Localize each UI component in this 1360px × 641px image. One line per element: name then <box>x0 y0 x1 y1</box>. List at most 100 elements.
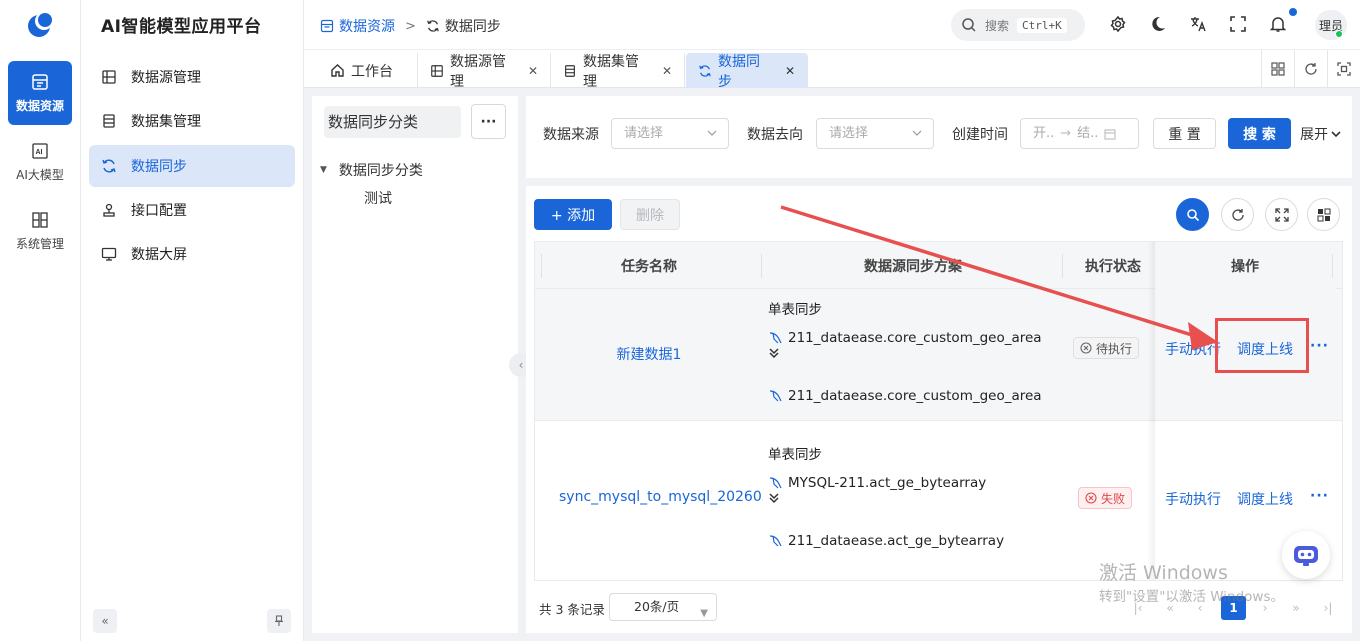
robot-icon <box>1292 543 1320 567</box>
datasource-icon <box>430 64 444 78</box>
category-tree-panel: 数据同步分类 ··· ▼ 数据同步分类 测试 <box>312 96 518 633</box>
fixed-column-shadow <box>1147 242 1155 580</box>
columns-icon <box>1317 208 1331 222</box>
search-icon <box>1186 208 1200 222</box>
tab-datasource[interactable]: 数据源管理 ✕ <box>418 53 551 90</box>
more-dots-icon: ··· <box>480 113 497 130</box>
rail-item-ai-models[interactable]: AI AI大模型 <box>8 130 72 194</box>
plan-source: MYSQL-211.act_ge_bytearray <box>768 475 1004 491</box>
end-date-placeholder: 结.. <box>1077 126 1099 141</box>
date-range-picker[interactable]: 开.. → 结.. <box>1020 118 1139 149</box>
more-actions-button[interactable]: ··· <box>1310 338 1329 354</box>
sidebar-item-data-sync[interactable]: 数据同步 <box>89 145 295 187</box>
search-placeholder: 搜索 <box>985 18 1010 33</box>
manual-run-link[interactable]: 手动执行 <box>1165 489 1221 509</box>
tab-maximize-button[interactable] <box>1327 50 1360 88</box>
last-page-button[interactable]: ›| <box>1317 597 1339 619</box>
source-select[interactable]: 请选择 <box>611 118 729 149</box>
more-actions-button[interactable]: ··· <box>1310 488 1329 504</box>
close-icon[interactable]: ✕ <box>785 64 795 78</box>
pin-button[interactable] <box>267 609 291 633</box>
toggle-search-button[interactable] <box>1176 198 1209 231</box>
rail-item-system[interactable]: 系统管理 <box>8 199 72 263</box>
tree-more-button[interactable]: ··· <box>471 104 506 139</box>
monitor-icon <box>99 246 119 262</box>
column-header-task-name: 任务名称 <box>621 258 677 275</box>
search-shortcut: Ctrl+K <box>1017 17 1067 33</box>
tree-node-label: 数据同步分类 <box>338 163 423 179</box>
sidebar-item-dataset[interactable]: 数据集管理 <box>89 100 295 142</box>
tab-workbench[interactable]: 工作台 <box>318 53 418 88</box>
tab-label: 数据源管理 <box>450 53 506 90</box>
double-chevron-left-icon: « <box>101 614 109 628</box>
add-button[interactable]: + 添加 <box>534 199 612 230</box>
chevron-right-icon: > <box>405 18 416 34</box>
expand-filters-button[interactable]: 展开 <box>1300 124 1342 144</box>
task-name-link[interactable]: sync_mysql_to_mysql_202603 <box>535 489 763 505</box>
breadcrumb-item[interactable]: 数据资源 <box>339 16 395 36</box>
ai-chip-icon: AI <box>31 142 49 160</box>
plan-type: 单表同步 <box>768 447 822 463</box>
column-header-sync-plan: 数据源同步方案 <box>864 258 962 275</box>
sidebar-item-label: 数据源管理 <box>131 70 201 86</box>
chevron-down-icon <box>1330 128 1342 140</box>
column-settings-button[interactable] <box>1307 198 1340 231</box>
sync-icon <box>698 64 712 78</box>
sidebar-item-datasource[interactable]: 数据源管理 <box>89 56 295 98</box>
reset-button[interactable]: 重 置 <box>1153 118 1216 149</box>
sidebar-item-api-config[interactable]: 接口配置 <box>89 189 295 231</box>
settings-gear-icon[interactable] <box>1109 15 1129 35</box>
tree-node-root[interactable]: ▼ 数据同步分类 <box>320 160 423 180</box>
pending-circle-icon <box>1080 342 1092 354</box>
schedule-online-link[interactable]: 调度上线 <box>1237 339 1293 359</box>
tab-dataset[interactable]: 数据集管理 ✕ <box>551 53 685 90</box>
task-name-link[interactable]: 新建数据1 <box>535 344 763 364</box>
watermark-title: 激活 Windows <box>1099 562 1228 584</box>
manual-run-link[interactable]: 手动执行 <box>1165 339 1221 359</box>
sidebar-collapse-button[interactable]: « <box>93 609 117 633</box>
total-records: 共 3 条记录 <box>539 602 605 617</box>
refresh-table-button[interactable] <box>1221 198 1254 231</box>
table-row[interactable]: sync_mysql_to_mysql_202603 单表同步 MYSQL-21… <box>535 422 1342 580</box>
schedule-online-link[interactable]: 调度上线 <box>1237 489 1293 509</box>
tab-refresh-button[interactable] <box>1294 50 1327 88</box>
assistant-bot-button[interactable] <box>1282 531 1330 579</box>
next-fast-button[interactable]: » <box>1285 597 1307 619</box>
fullscreen-table-button[interactable] <box>1265 198 1298 231</box>
page-size-value: 20条/页 <box>634 599 680 614</box>
target-table: 211_dataease.act_ge_bytearray <box>788 533 1005 549</box>
delete-button[interactable]: 删除 <box>620 199 680 230</box>
arrow-right-icon: → <box>1060 126 1072 141</box>
search-button[interactable]: 搜 索 <box>1228 118 1291 149</box>
calendar-icon <box>1104 128 1116 140</box>
sidebar-item-label: 数据同步 <box>131 159 187 175</box>
tab-grid-button[interactable] <box>1261 50 1294 88</box>
target-select[interactable]: 请选择 <box>816 118 934 149</box>
status-text: 失败 <box>1101 491 1126 506</box>
plan-target: 211_dataease.act_ge_bytearray <box>768 533 1004 549</box>
close-icon[interactable]: ✕ <box>662 64 672 78</box>
fullscreen-icon[interactable] <box>1229 15 1249 35</box>
translate-icon[interactable] <box>1189 15 1209 35</box>
source-table: 211_dataease.core_custom_geo_area <box>788 330 1042 346</box>
expand-label: 展开 <box>1300 127 1328 143</box>
tree-node-child[interactable]: 测试 <box>364 188 392 208</box>
double-chevron-down-icon <box>768 347 1042 359</box>
sidebar-item-dashboard[interactable]: 数据大屏 <box>89 233 295 275</box>
source-table: MYSQL-211.act_ge_bytearray <box>788 475 987 491</box>
close-icon[interactable]: ✕ <box>528 64 538 78</box>
dark-mode-moon-icon[interactable] <box>1149 15 1169 35</box>
mysql-dolphin-icon <box>768 388 784 404</box>
bell-icon[interactable] <box>1269 15 1289 35</box>
error-circle-icon <box>1085 492 1097 504</box>
rail-item-data-resources[interactable]: 数据资源 <box>8 61 72 125</box>
mysql-dolphin-icon <box>768 475 784 491</box>
tab-data-sync[interactable]: 数据同步 ✕ <box>686 53 808 90</box>
target-placeholder: 请选择 <box>829 126 869 141</box>
datasource-icon <box>99 69 119 85</box>
dataset-icon <box>563 64 577 78</box>
global-search[interactable]: 搜索 Ctrl+K <box>951 9 1085 41</box>
page-size-select[interactable]: 20条/页 ▼ <box>609 593 717 621</box>
table-row[interactable]: 新建数据1 单表同步 211_dataease.core_custom_geo_… <box>535 289 1342 421</box>
rail-item-label: 系统管理 <box>15 236 64 251</box>
